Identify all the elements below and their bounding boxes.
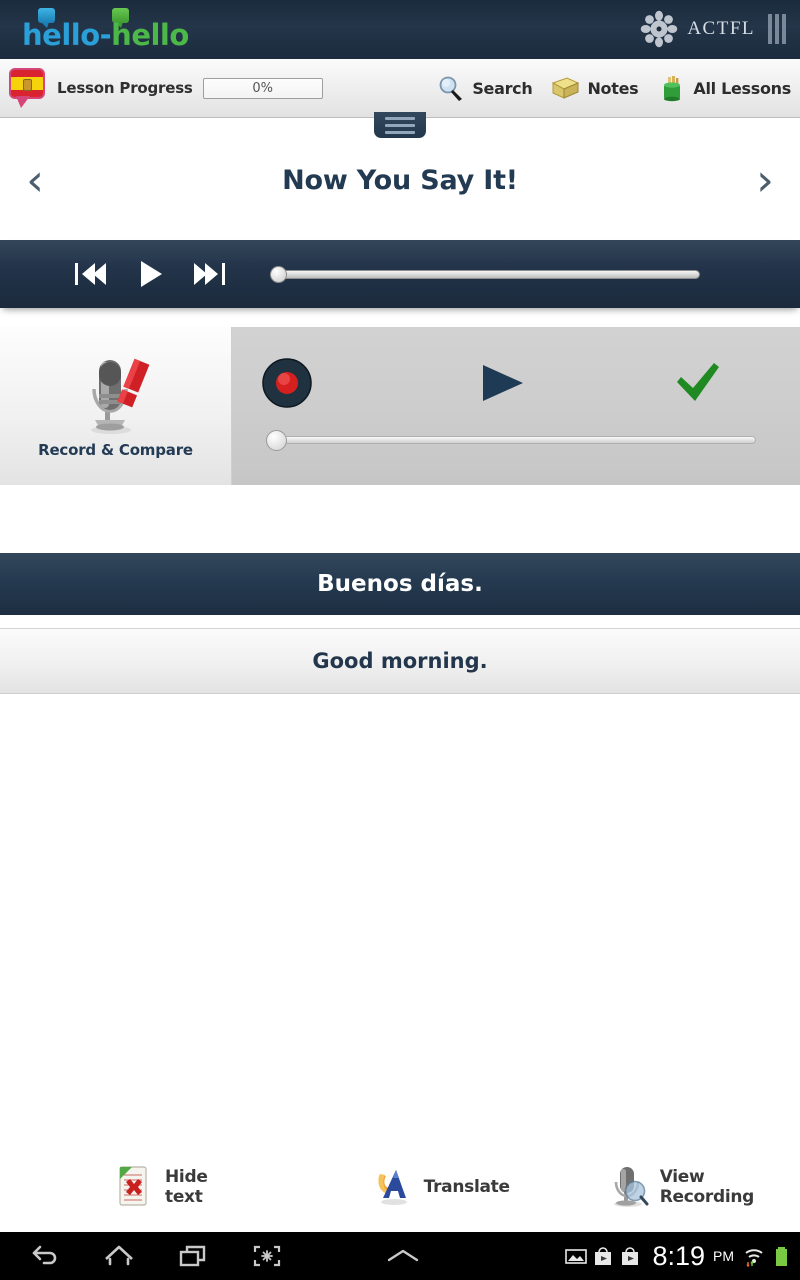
record-button-icon — [262, 358, 312, 408]
actfl-label: ACTFL — [687, 18, 755, 39]
native-phrase-bar[interactable]: Good morning. — [0, 628, 800, 694]
hide-text-button[interactable]: Hide text — [113, 1164, 248, 1210]
record-compare-button-row — [232, 353, 800, 413]
play-triangle-icon — [483, 365, 523, 401]
search-icon — [439, 76, 463, 101]
audio-progress-slider[interactable] — [270, 266, 700, 283]
hide-text-label: Hide text — [165, 1167, 208, 1207]
recording-slider-rail — [266, 436, 756, 444]
slider-rail — [270, 270, 700, 279]
battery-icon — [776, 1247, 787, 1266]
home-icon — [105, 1245, 133, 1266]
native-phrase-text: Good morning. — [312, 649, 488, 673]
toolbar-actions: Search Notes All Lessons — [426, 59, 800, 117]
app-download-icon — [622, 1247, 639, 1265]
notes-button[interactable]: Notes — [541, 59, 647, 117]
slider-knob[interactable] — [270, 266, 287, 283]
lesson-toolbar: Lesson Progress 0% Search Notes All Less… — [0, 59, 800, 118]
next-exercise-button[interactable]: › — [730, 145, 800, 215]
translate-icon — [378, 1170, 407, 1205]
bottom-action-bar: Hide text Translate View Recording — [0, 1148, 800, 1226]
accept-recording-button[interactable] — [652, 353, 742, 413]
spain-flag-pin-icon[interactable] — [9, 68, 45, 108]
record-button[interactable] — [232, 353, 342, 413]
all-lessons-button[interactable]: All Lessons — [647, 59, 800, 117]
translate-label: Translate — [423, 1177, 510, 1197]
recording-slider-knob[interactable] — [266, 430, 287, 451]
app-logo[interactable]: hello-hello — [22, 6, 192, 52]
lesson-progress-label: Lesson Progress — [57, 79, 193, 97]
lesson-progress-value: 0% — [252, 80, 273, 96]
wifi-icon — [745, 1249, 763, 1267]
logo-word-second: hello — [111, 18, 189, 52]
android-system-bar: 8:19 PM — [0, 1232, 800, 1280]
hamburger-line — [385, 123, 415, 127]
back-button[interactable] — [8, 1232, 82, 1280]
chevron-left-icon: ‹ — [26, 154, 44, 206]
actfl-partner-badge: ACTFL — [640, 8, 786, 50]
hide-text-icon — [119, 1166, 147, 1206]
actfl-bars-icon — [768, 14, 786, 44]
status-clock: 8:19 — [652, 1240, 705, 1271]
notes-icon — [552, 77, 580, 99]
target-phrase-bar[interactable]: Buenos días. — [0, 553, 800, 615]
logo-word-first: hello — [22, 18, 100, 52]
back-icon — [32, 1245, 57, 1265]
skip-next-icon — [194, 263, 225, 285]
previous-exercise-button[interactable]: ‹ — [0, 145, 70, 215]
recording-position-slider[interactable] — [266, 430, 756, 451]
actfl-rosette-icon — [641, 10, 678, 48]
page-title: Now You Say It! — [282, 164, 518, 196]
status-icons: 8:19 PM — [565, 1241, 800, 1272]
microphone-pencil-icon — [90, 358, 149, 434]
screenshot-button[interactable] — [230, 1232, 304, 1280]
view-recording-label: View Recording — [659, 1167, 755, 1207]
play-recording-button[interactable] — [457, 353, 547, 413]
app-root: hello-hello ACTFL Lesson Progress 0% Sea… — [0, 0, 800, 1280]
app-download-icon — [595, 1247, 612, 1265]
record-compare-controls — [232, 327, 800, 485]
record-compare-panel: Record & Compare — [0, 327, 800, 485]
audio-player-bar — [0, 240, 800, 308]
skip-previous-icon — [75, 263, 106, 285]
record-compare-label-panel[interactable]: Record & Compare — [0, 327, 232, 485]
menu-handle-tab[interactable] — [374, 112, 426, 138]
exercise-title-row: ‹ Now You Say It! › — [0, 140, 800, 220]
collapse-icon — [387, 1249, 419, 1262]
recent-apps-button[interactable] — [156, 1232, 230, 1280]
notes-label: Notes — [587, 78, 639, 98]
skip-previous-button[interactable] — [60, 244, 120, 304]
lesson-progress-bar: 0% — [202, 77, 323, 99]
chevron-right-icon: › — [756, 154, 774, 206]
all-lessons-label: All Lessons — [693, 78, 791, 98]
status-ampm: PM — [713, 1248, 734, 1264]
all-lessons-icon — [664, 76, 681, 102]
target-phrase-text: Buenos días. — [317, 571, 483, 597]
hamburger-line — [385, 130, 415, 134]
hamburger-line — [385, 116, 415, 120]
logo-wordmark: hello-hello — [22, 18, 189, 52]
recent-apps-icon — [179, 1245, 206, 1267]
play-button[interactable] — [120, 244, 180, 304]
view-recording-icon — [613, 1167, 649, 1207]
logo-dash: - — [99, 18, 112, 52]
translate-button[interactable]: Translate — [372, 1164, 510, 1210]
green-check-icon — [677, 363, 719, 401]
play-icon — [141, 261, 162, 287]
skip-next-button[interactable] — [180, 244, 240, 304]
collapse-button[interactable] — [366, 1232, 440, 1280]
screenshot-icon — [253, 1245, 281, 1267]
home-button[interactable] — [82, 1232, 156, 1280]
record-compare-label: Record & Compare — [38, 440, 193, 459]
search-label: Search — [472, 78, 533, 98]
image-icon — [565, 1249, 588, 1264]
brand-bar: hello-hello ACTFL — [0, 0, 800, 59]
search-button[interactable]: Search — [426, 59, 541, 117]
view-recording-button[interactable]: View Recording — [608, 1164, 800, 1210]
